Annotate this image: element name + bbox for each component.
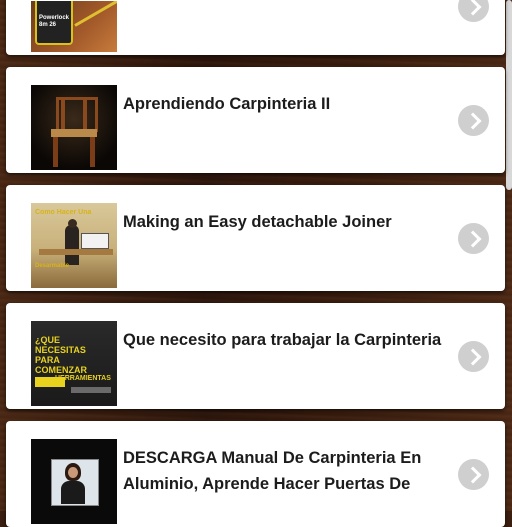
list-item[interactable]: Como Hacer Una Desarmable Making an Easy…	[6, 185, 505, 291]
list-item[interactable]: ¿QUE NECESITAS PARA COMENZAR HERRAMIENTA…	[6, 303, 505, 409]
joiner-workshop-thumbnail: Como Hacer Una Desarmable	[31, 203, 117, 288]
presenter-thumbnail	[31, 439, 117, 524]
list-item[interactable]: Aprendiendo Carpinteria II	[6, 67, 505, 173]
tape-measure-thumbnail: Powerlock 8m 26	[31, 1, 117, 52]
scrollbar[interactable]	[506, 0, 512, 190]
list-item[interactable]: Powerlock 8m 26	[6, 0, 505, 55]
video-title: Aprendiendo Carpinteria II	[123, 95, 331, 113]
chevron-right-icon[interactable]	[458, 105, 489, 136]
list-item[interactable]: DESCARGA Manual De Carpinteria En Alumin…	[6, 421, 505, 527]
video-title: Que necesito para trabajar la Carpinteri…	[123, 331, 442, 349]
thumbnail-text-secondary: HERRAMIENTAS	[55, 375, 111, 382]
chevron-right-icon[interactable]	[458, 0, 489, 22]
wooden-chair-thumbnail	[31, 85, 117, 170]
thumbnail-text-secondary: Desarmable	[35, 263, 70, 269]
thumbnail-text: ¿QUE NECESITAS PARA COMENZAR	[35, 335, 87, 375]
chevron-right-icon[interactable]	[458, 223, 489, 254]
video-title: Making an Easy detachable Joiner	[123, 213, 392, 231]
thumbnail-text: Powerlock 8m 26	[39, 15, 70, 28]
video-title: DESCARGA Manual De Carpinteria En Alumin…	[123, 449, 422, 493]
chevron-right-icon[interactable]	[458, 341, 489, 372]
chevron-right-icon[interactable]	[458, 459, 489, 490]
thumbnail-text: Como Hacer Una	[35, 209, 92, 216]
tools-thumbnail: ¿QUE NECESITAS PARA COMENZAR HERRAMIENTA…	[31, 321, 117, 406]
